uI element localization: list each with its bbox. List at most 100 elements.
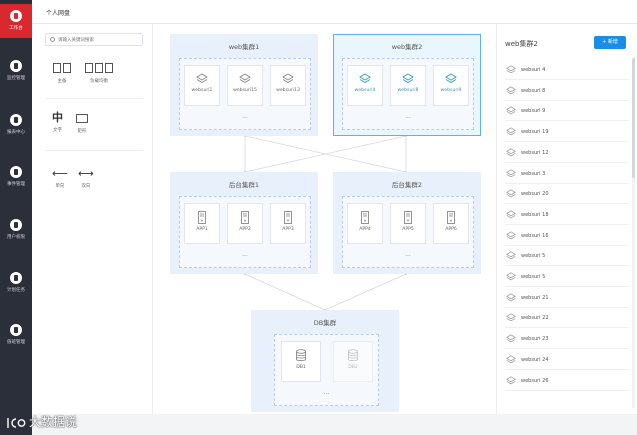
list-item[interactable]: websuri 22 [505, 308, 629, 329]
node-app4[interactable]: APP4 [347, 203, 383, 244]
node-websuri4[interactable]: websuri4 [347, 65, 383, 106]
nav-item-event[interactable]: 事件管理 [0, 160, 32, 194]
node-label: websuri1 [191, 88, 213, 93]
cluster-node-area: APP1 APP2 APP3 ... [179, 196, 311, 268]
node-websuri1[interactable]: websuri1 [184, 65, 220, 106]
node-label: DB1 [296, 365, 306, 370]
node-label: websuri8 [397, 88, 419, 93]
cluster-web2[interactable]: web集群2 websuri4 websuri8 websuri9 ... [333, 34, 481, 136]
list-item[interactable]: websuri 24 [505, 350, 629, 370]
more-indicator[interactable]: ... [343, 113, 473, 120]
node-app2[interactable]: APP2 [227, 203, 263, 244]
list-item[interactable]: websuri 18 [505, 205, 629, 225]
palette-item-rectangle[interactable]: 矩形 [76, 114, 88, 134]
node-app3[interactable]: APP3 [270, 203, 306, 244]
more-indicator[interactable]: ... [275, 389, 378, 396]
master-slave-icon [52, 63, 72, 75]
layers-icon [506, 251, 516, 260]
layers-icon [506, 355, 516, 364]
cluster-web1[interactable]: web集群1 websuri1 websuri15 websuri13 ... [170, 34, 318, 136]
list-item[interactable]: websuri 9 [505, 101, 629, 122]
nav-item-duty[interactable]: 值班管理 [0, 318, 32, 352]
list-item[interactable]: websuri 19 [505, 122, 629, 143]
list-item-label: websuri 26 [521, 377, 549, 384]
list-item[interactable]: websuri 8 [505, 81, 629, 101]
palette-item-text[interactable]: 中 文字 [52, 112, 63, 134]
database-icon [348, 349, 358, 361]
node-websuri15[interactable]: websuri15 [227, 65, 263, 106]
list-item-label: websuri 23 [521, 336, 549, 343]
palette-label: 文字 [53, 128, 62, 133]
duty-icon [10, 324, 22, 336]
server-icon [241, 211, 249, 224]
node-websuri8[interactable]: websuri8 [390, 65, 426, 106]
layers-icon [506, 210, 516, 219]
layers-icon [359, 73, 371, 84]
panel-title: web集群2 [505, 40, 538, 48]
node-label: websuri15 [233, 88, 257, 93]
node-db1[interactable]: DB1 [281, 341, 321, 382]
search-input[interactable] [58, 35, 140, 45]
task-icon [10, 272, 22, 284]
cluster-node-area: websuri1 websuri15 websuri13 ... [179, 58, 311, 130]
list-item[interactable]: websuri 4 [505, 60, 629, 80]
cluster-title: 后台集群1 [228, 181, 260, 189]
node-label: APP3 [282, 227, 294, 232]
palette-label: 主备 [57, 79, 67, 84]
list-item[interactable]: websuri 16 [505, 226, 629, 246]
scrollbar[interactable] [632, 58, 635, 408]
list-item-label: websuri 5 [521, 274, 546, 280]
page-title: 个人网盘 [46, 10, 71, 17]
node-websuri9[interactable]: websuri9 [433, 65, 469, 106]
list-item[interactable]: websuri 20 [505, 184, 629, 205]
cluster-app2[interactable]: 后台集群2 APP4 APP5 APP6 ... [333, 172, 481, 274]
server-icon [404, 211, 412, 224]
nav-item-report[interactable]: 报表中心 [0, 108, 32, 142]
palette-item-two-way[interactable]: ⟷ 双向 [78, 168, 94, 190]
list-item[interactable]: websuri 3 [505, 164, 629, 184]
more-indicator[interactable]: ... [180, 251, 310, 258]
cluster-title: web集群1 [228, 43, 260, 51]
list-item-label: websuri 3 [521, 170, 546, 177]
node-app6[interactable]: APP6 [433, 203, 469, 244]
cluster-title: DB集群 [313, 319, 337, 327]
node-app1[interactable]: APP1 [184, 203, 220, 244]
list-item-label: websuri 22 [521, 315, 549, 322]
more-indicator[interactable]: ... [343, 251, 473, 258]
list-item-label: websuri 4 [521, 67, 546, 73]
layers-icon [506, 334, 516, 343]
list-item[interactable]: websuri 21 [505, 288, 629, 308]
node-websuri13[interactable]: websuri13 [270, 65, 306, 106]
cluster-title: web集群2 [391, 43, 423, 51]
node-db2[interactable]: DB2 [333, 341, 373, 382]
cluster-db[interactable]: DB集群 DB1 DB2 ... [251, 310, 399, 412]
nav-item-workbench[interactable]: 工作台 [0, 4, 32, 38]
scrollbar-thumb[interactable] [632, 58, 635, 178]
nav-item-user[interactable]: 用户权限 [0, 213, 32, 247]
search-box[interactable] [45, 33, 143, 46]
list-item-label: websuri 19 [521, 129, 549, 136]
palette-item-one-way[interactable]: ⟵ 单向 [52, 168, 68, 190]
list-item[interactable]: websuri 5 [505, 246, 629, 267]
nav-item-monitor[interactable]: 监控管理 [0, 54, 32, 88]
node-label: APP6 [445, 227, 457, 232]
palette-item-load-balance[interactable]: 负载均衡 [84, 63, 114, 84]
node-app5[interactable]: APP5 [390, 203, 426, 244]
more-indicator[interactable]: ... [180, 113, 310, 120]
nav-label: 值班管理 [7, 340, 25, 345]
nav-label: 工作台 [9, 26, 23, 31]
list-item[interactable]: websuri 12 [505, 143, 629, 163]
topology-canvas[interactable]: web集群1 websuri1 websuri15 websuri13 ... … [152, 24, 497, 414]
add-button[interactable]: + 新增 [594, 36, 626, 49]
node-label: APP1 [196, 227, 208, 232]
layers-icon [506, 313, 516, 322]
list-item[interactable]: websuri 26 [505, 371, 629, 391]
list-item[interactable]: websuri 5 [505, 267, 629, 287]
list-item[interactable]: websuri 23 [505, 329, 629, 350]
layers-icon [506, 168, 516, 177]
palette-item-master-slave[interactable]: 主备 [52, 63, 72, 84]
cluster-app1[interactable]: 后台集群1 APP1 APP2 APP3 ... [170, 172, 318, 274]
nav-item-task[interactable]: 计划任务 [0, 266, 32, 300]
layers-icon [402, 73, 414, 84]
layers-icon [239, 73, 251, 84]
